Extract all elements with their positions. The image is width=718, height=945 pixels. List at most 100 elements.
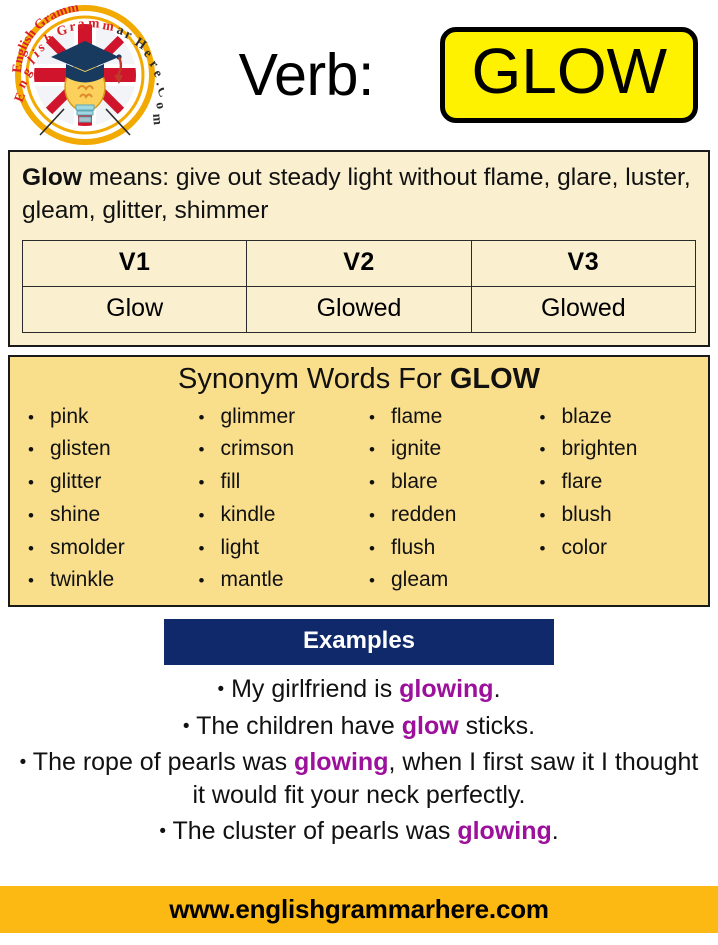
table-row: Glow Glowed Glowed — [21, 285, 697, 333]
example-highlight: glow — [401, 711, 459, 740]
bullet-icon: • — [198, 505, 205, 525]
list-item: • crimson — [191, 433, 362, 466]
column-header-v2: V2 — [246, 239, 472, 287]
example-sentence: • The cluster of pearls was glowing. — [10, 815, 708, 848]
svg-text:o: o — [153, 101, 164, 111]
synonyms-title-prefix: Synonym Words For — [177, 362, 450, 395]
list-item: • color — [532, 532, 703, 565]
example-text-pre: The cluster of pearls was — [172, 817, 458, 846]
cell-v1-value: Glow — [21, 285, 248, 333]
bullet-icon: • — [369, 473, 375, 493]
synonym-word: shine — [50, 502, 101, 526]
synonym-word: flame — [391, 404, 443, 428]
bullet-icon: • — [217, 679, 225, 701]
synonym-word: redden — [391, 502, 457, 526]
examples-heading: Examples — [164, 619, 554, 666]
synonym-column-4: • blaze • brighten • flare • blush • color — [532, 401, 703, 598]
synonym-word: blare — [391, 470, 438, 494]
bullet-icon: • — [539, 505, 546, 525]
example-text-pre: The children have — [196, 711, 402, 740]
example-text-post: sticks. — [458, 711, 536, 740]
bullet-icon: • — [159, 821, 166, 843]
example-sentence: • My girlfriend is glowing. — [10, 673, 708, 706]
synonym-column-3: • flame • ignite • blare • redden • flush • gl… — [361, 401, 532, 598]
synonyms-title-word: GLOW — [449, 362, 541, 395]
page-title: GLOW — [471, 35, 667, 108]
list-item: • mantle — [191, 564, 362, 597]
list-item: • blare — [361, 466, 532, 499]
footer-url: www.englishgrammarhere.com — [169, 894, 549, 924]
footer-bar: www.englishgrammarhere.com — [0, 886, 718, 933]
bullet-icon: • — [369, 440, 375, 460]
synonym-word: flush — [391, 535, 436, 559]
verb-title-box: GLOW — [440, 27, 698, 123]
list-item: • smolder — [20, 532, 191, 565]
synonym-column-1: • pink • glisten • glitter • shine • smolder … — [20, 401, 191, 598]
synonym-word: fill — [220, 470, 241, 494]
svg-text:m: m — [150, 113, 164, 126]
definition-box: Glow means: give out steady light withou… — [8, 150, 710, 347]
bullet-icon: • — [198, 538, 205, 558]
example-highlight: glowing — [457, 817, 552, 846]
synonym-word: smolder — [50, 535, 125, 559]
bullet-icon: • — [539, 440, 546, 460]
synonym-word: flare — [561, 470, 603, 494]
synonym-word: glimmer — [220, 404, 296, 428]
list-item: • gleam — [361, 564, 532, 597]
list-item: • fill — [191, 466, 362, 499]
column-header-v3: V3 — [470, 239, 697, 287]
synonym-word: pink — [50, 404, 89, 428]
synonym-word: crimson — [220, 437, 295, 461]
list-item: • blaze — [532, 401, 703, 434]
synonym-word: blaze — [561, 404, 612, 428]
bullet-icon: • — [539, 473, 546, 493]
svg-text:m: m — [88, 15, 101, 31]
list-item: • flare — [532, 466, 703, 499]
synonym-word: kindle — [220, 502, 276, 526]
bullet-icon: • — [28, 538, 34, 558]
list-item: • glimmer — [191, 401, 362, 434]
list-item: • light — [191, 532, 362, 565]
list-item: • brighten — [532, 433, 703, 466]
synonyms-title: Synonym Words For GLOW — [16, 361, 702, 401]
example-highlight: glowing — [294, 748, 389, 777]
list-item: • ignite — [361, 433, 532, 466]
synonym-word: color — [561, 535, 608, 559]
list-item: • flush — [361, 532, 532, 565]
bullet-icon: • — [198, 473, 205, 493]
bullet-icon: • — [28, 440, 34, 460]
synonym-word: light — [220, 535, 260, 559]
english-grammar-here-logo: English Gramm E n g l i s h G r a m m a … — [6, 5, 164, 145]
bullet-icon: • — [198, 571, 205, 591]
bullet-icon: • — [28, 505, 34, 525]
list-item: • glisten — [20, 433, 191, 466]
bullet-icon: • — [28, 571, 34, 591]
bullet-icon: • — [198, 407, 205, 427]
example-sentence: • The rope of pearls was glowing, when I… — [10, 746, 708, 811]
bullet-icon: • — [182, 715, 190, 737]
verb-forms-table: V1 V2 V3 Glow Glowed Glowed — [21, 239, 697, 333]
synonyms-box: Synonym Words For GLOW • pink • glisten • g… — [8, 354, 710, 608]
definition-lead-word: Glow — [22, 164, 82, 191]
list-item: • redden — [361, 499, 532, 532]
synonym-word: gleam — [391, 568, 449, 592]
list-item: • twinkle — [20, 564, 191, 597]
column-header-v1: V1 — [21, 239, 248, 287]
synonym-word: ignite — [391, 437, 442, 461]
list-item: • pink — [20, 401, 191, 434]
cell-v3-value: Glowed — [470, 285, 697, 333]
example-text-pre: The rope of pearls was — [32, 748, 295, 777]
synonym-word: blush — [561, 502, 612, 526]
synonym-column-2: • glimmer • crimson • fill • kindle • light •… — [191, 401, 362, 598]
definition-text: Glow means: give out steady light withou… — [22, 162, 696, 228]
bullet-icon: • — [19, 752, 27, 774]
bullet-icon: • — [369, 571, 375, 591]
bullet-icon: • — [198, 440, 205, 460]
synonym-word: brighten — [561, 437, 638, 461]
bullet-icon: • — [539, 407, 546, 427]
synonym-word: twinkle — [50, 568, 115, 592]
example-text-post: . — [551, 817, 559, 846]
synonyms-columns: • pink • glisten • glitter • shine • smolder … — [16, 401, 702, 598]
list-item: • flame — [361, 401, 532, 434]
bullet-icon: • — [369, 505, 375, 525]
